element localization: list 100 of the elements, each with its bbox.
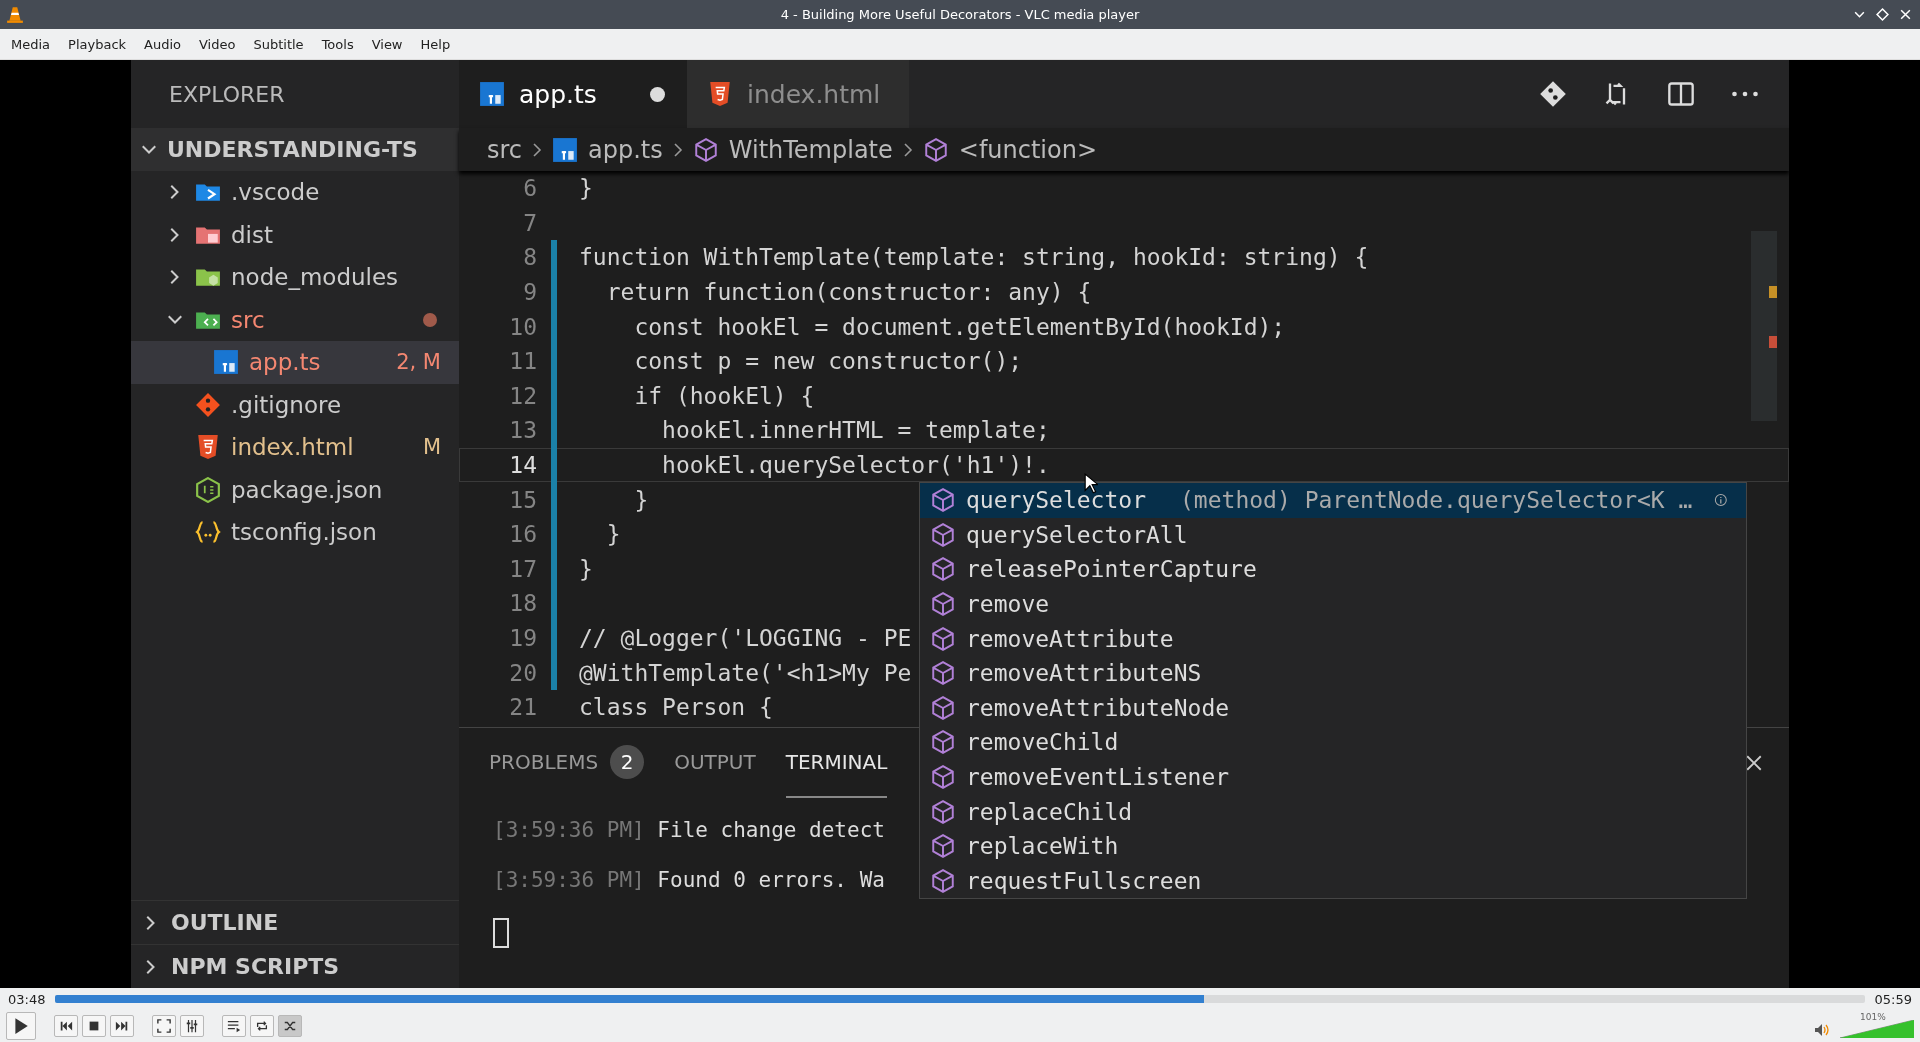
scrollbar[interactable] — [1751, 231, 1777, 421]
line-number: 14 — [508, 452, 537, 479]
breadcrumb[interactable]: <function> — [958, 135, 1098, 164]
tree-item[interactable]: src — [131, 298, 459, 341]
line-number: 11 — [508, 348, 537, 375]
extended-settings-button[interactable] — [180, 1015, 204, 1037]
code-line: function WithTemplate(template: string, hookId: string) { — [579, 244, 1369, 271]
code-line: const p = new constructor(); — [633, 348, 1023, 375]
sliders-icon — [185, 1019, 199, 1033]
line-number: 17 — [508, 555, 537, 582]
menu-item[interactable]: View — [362, 32, 412, 56]
suggestion-item[interactable]: removeEventListener — [920, 759, 1746, 795]
line-number: 18 — [508, 590, 537, 617]
code-line: hookEl.querySelector('h1')!. — [661, 452, 1050, 479]
file-icon — [195, 391, 221, 418]
stop-button[interactable] — [82, 1015, 106, 1037]
next-button[interactable] — [110, 1015, 134, 1037]
suggestion-item[interactable]: replaceChild — [920, 794, 1746, 829]
close-icon[interactable] — [1745, 754, 1763, 772]
loop-icon — [255, 1019, 269, 1033]
line-number: 8 — [522, 244, 537, 271]
tree-item[interactable]: node_modules — [131, 256, 459, 299]
menu-item[interactable]: Media — [2, 32, 60, 56]
suggestion-item[interactable]: querySelector (method) ParentNode.querySelector<K … — [920, 483, 1746, 518]
editor-tab[interactable]: app.ts — [459, 60, 687, 128]
panel-tab[interactable]: OUTPUT — [674, 728, 756, 798]
file-name: package.json — [231, 476, 384, 503]
tree-item[interactable]: .vscode — [131, 171, 459, 214]
shuffle-icon — [283, 1019, 297, 1033]
terminal-line: [3:59:36 PM] File change detect — [493, 818, 885, 842]
tree-item[interactable]: tsconfig.json — [131, 511, 459, 554]
suggestion-item[interactable]: replaceWith — [920, 828, 1746, 864]
code-line: return function(constructor: any) { — [605, 279, 1092, 306]
file-icon — [195, 476, 221, 503]
suggestion-item[interactable]: remove — [920, 586, 1746, 622]
menu-item[interactable]: Playback — [59, 32, 136, 56]
menu-item[interactable]: Subtitle — [244, 32, 313, 56]
file-name: .vscode — [231, 179, 321, 206]
menu-item[interactable]: Audio — [135, 32, 190, 56]
breadcrumb[interactable]: src — [487, 135, 523, 164]
cube-icon — [930, 833, 956, 860]
tree-item[interactable]: .gitignore — [131, 383, 459, 426]
suggestion-item[interactable]: removeAttribute — [920, 621, 1746, 656]
previous-button[interactable] — [54, 1015, 78, 1037]
breadcrumb[interactable]: WithTemplate — [728, 135, 893, 164]
suggestion-item[interactable]: removeAttributeNS — [920, 655, 1746, 691]
line-number: 13 — [508, 417, 537, 444]
menu-item[interactable]: Video — [190, 32, 245, 56]
file-icon — [195, 434, 221, 461]
suggestion-item[interactable]: requestFullscreen — [920, 863, 1746, 899]
loop-button[interactable] — [250, 1015, 274, 1037]
sidebar-title: EXPLORER — [168, 80, 286, 109]
maximize-icon[interactable] — [1876, 8, 1889, 21]
suggestion-item[interactable]: querySelectorAll — [920, 517, 1746, 553]
suggestion-item[interactable]: removeAttributeNode — [920, 690, 1746, 726]
modified-dot — [423, 312, 437, 327]
cube-icon — [930, 867, 956, 894]
tree-item[interactable]: index.html M — [131, 426, 459, 469]
section-header[interactable]: OUTLINE — [131, 900, 459, 944]
line-number: 15 — [508, 486, 537, 513]
warning-mark — [1769, 286, 1777, 298]
tree-item[interactable]: UNDERSTANDING-TS — [131, 128, 459, 171]
tree-item[interactable]: app.ts 2, M — [131, 341, 459, 384]
file-icon — [195, 519, 221, 546]
file-name: tsconfig.json — [231, 519, 378, 546]
cube-icon — [930, 660, 956, 687]
status-letter: M — [422, 435, 441, 460]
menu-item[interactable]: Tools — [312, 32, 363, 56]
suggestion-item[interactable]: removeChild — [920, 725, 1746, 760]
speaker-icon[interactable] — [1814, 1022, 1830, 1038]
terminal-line: [3:59:36 PM] Found 0 errors. Wa — [493, 868, 885, 892]
file-name: index.html — [231, 434, 355, 461]
fullscreen-button[interactable] — [152, 1015, 176, 1037]
tree-item[interactable]: package.json — [131, 468, 459, 511]
cube-icon — [922, 136, 949, 163]
breadcrumb[interactable]: app.ts — [588, 135, 663, 164]
fullscreen-icon — [157, 1019, 171, 1033]
editor-tab[interactable]: index.html — [687, 60, 909, 128]
cube-icon — [930, 729, 956, 756]
stop-icon — [87, 1019, 101, 1033]
seek-bar[interactable] — [55, 995, 1865, 1003]
suggestion-item[interactable]: releasePointerCapture — [920, 552, 1746, 587]
previous-icon — [59, 1019, 73, 1033]
panel-tab[interactable]: TERMINAL — [785, 728, 888, 798]
play-button[interactable] — [6, 1012, 36, 1040]
git-icon[interactable] — [1539, 80, 1567, 108]
suggestion-detail: (method) ParentNode.querySelector<K … — [1180, 487, 1693, 514]
panel-tab[interactable]: PROBLEMS 2 — [489, 728, 645, 798]
cube-icon — [930, 487, 956, 514]
window-title: 4 - Building More Useful Decorators - VLC media player — [780, 7, 1140, 22]
volume-reading: 101% — [1860, 1012, 1886, 1022]
tree-item[interactable]: dist — [131, 213, 459, 256]
code-line: const hookEl = document.getElementById(hookId); — [633, 313, 1286, 340]
playlist-button[interactable] — [222, 1015, 246, 1037]
menu-item[interactable]: Help — [411, 32, 460, 56]
cube-icon — [930, 764, 956, 791]
shuffle-button[interactable] — [278, 1015, 302, 1037]
split-editor-icon[interactable] — [1667, 80, 1695, 108]
cube-icon — [930, 625, 956, 652]
line-number: 16 — [508, 521, 537, 548]
